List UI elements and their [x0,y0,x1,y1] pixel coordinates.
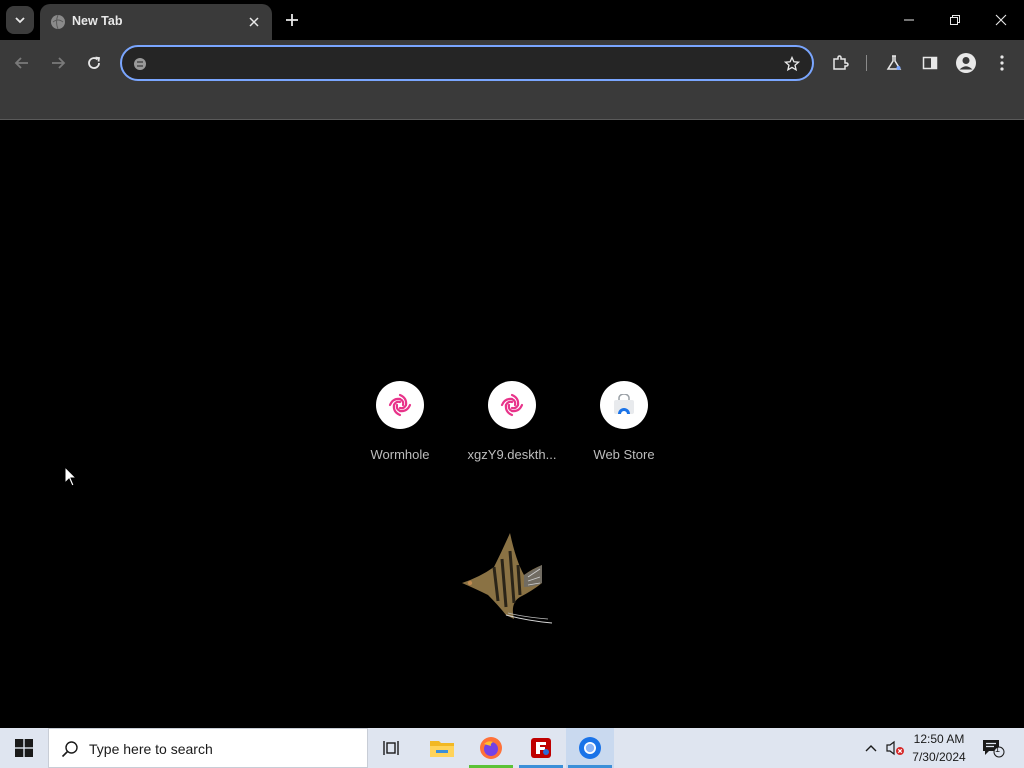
chevron-up-icon [865,745,877,752]
shortcut-icon-container [600,381,648,429]
star-icon [784,56,800,72]
taskbar-clock[interactable]: 12:50 AM 7/30/2024 [906,730,972,766]
chevron-down-icon [15,17,25,24]
browser-toolbar [0,40,1024,86]
reload-button[interactable] [80,49,108,77]
globe-icon [51,14,65,30]
arrow-right-icon [52,57,66,69]
puzzle-icon [833,55,849,70]
shortcut-wormhole[interactable]: Wormhole [344,381,456,471]
back-button[interactable] [8,49,36,77]
web-store-icon [614,394,634,414]
new-tab-button[interactable] [280,8,304,32]
forward-button[interactable] [44,49,72,77]
tab-search-button[interactable] [6,6,34,34]
filezilla-icon [531,738,551,758]
search-placeholder: Type here to search [89,741,213,757]
shortcut-label: xgzY9.deskth... [467,447,557,462]
flask-icon [886,55,902,70]
taskbar: Type here to search 12:50 AM 7/30/2024 1 [0,728,1024,768]
filezilla-button[interactable] [517,728,565,768]
notification-icon [983,740,1005,758]
firefox-button[interactable] [467,728,515,768]
close-icon [995,14,1007,26]
start-button[interactable] [0,728,48,768]
new-tab-page: Wormhole xgzY9.deskth... Web Store [0,121,1024,728]
address-bar[interactable] [120,45,814,81]
profile-button[interactable] [952,49,980,77]
restore-icon [950,15,960,25]
angelfish-image [462,533,553,624]
title-bar: New Tab [0,0,1024,40]
extensions-button[interactable] [826,49,854,77]
task-view-icon [383,741,399,755]
shortcut-icon-container [376,381,424,429]
taskbar-search-box[interactable]: Type here to search [48,728,368,768]
chrome-button[interactable] [566,728,614,768]
shortcut-label: Wormhole [370,447,430,462]
mouse-cursor-icon [64,466,78,487]
clock-time: 12:50 AM [913,732,965,746]
volume-muted-icon [886,740,904,756]
more-vertical-icon [1000,55,1004,71]
chrome-icon [579,737,601,759]
task-view-button[interactable] [368,728,416,768]
tab-new-tab[interactable]: New Tab [40,4,272,40]
search-engine-icon [134,58,146,70]
reload-icon [88,56,101,69]
avatar-icon [956,53,976,73]
wormhole-icon [500,393,524,417]
search-icon [61,741,78,758]
address-input[interactable] [156,51,776,75]
tab-close-button[interactable] [244,12,264,32]
tab-title: New Tab [72,14,123,28]
minimize-icon [904,19,914,21]
side-panel-icon [922,56,938,70]
show-hidden-icons-button[interactable] [860,728,882,768]
toolbar-separator [866,55,867,71]
clock-date: 7/30/2024 [912,750,966,764]
wormhole-icon [388,393,412,417]
file-explorer-button[interactable] [418,728,466,768]
labs-button[interactable] [880,49,908,77]
folder-icon [430,741,454,757]
volume-button[interactable] [884,728,906,768]
minimize-button[interactable] [886,0,932,40]
shortcut-xgzy9[interactable]: xgzY9.deskth... [456,381,568,471]
shortcut-label: Web Store [593,447,655,462]
side-panel-button[interactable] [916,49,944,77]
screen: New Tab Wormhole xgzY9.deskth... Web Sto… [0,0,1024,768]
arrow-left-icon [14,57,28,69]
notification-count: 1 [995,744,1001,754]
bookmark-star-button[interactable] [782,54,802,74]
shortcut-web-store[interactable]: Web Store [568,381,680,471]
windows-logo-icon [15,739,33,757]
menu-button[interactable] [988,49,1016,77]
plus-icon [286,14,298,26]
bookmark-bar [0,86,1024,120]
firefox-icon [480,737,502,759]
close-icon [249,17,259,27]
shortcut-icon-container [488,381,536,429]
close-window-button[interactable] [978,0,1024,40]
restore-button[interactable] [932,0,978,40]
action-center-button[interactable]: 1 [978,728,1008,768]
